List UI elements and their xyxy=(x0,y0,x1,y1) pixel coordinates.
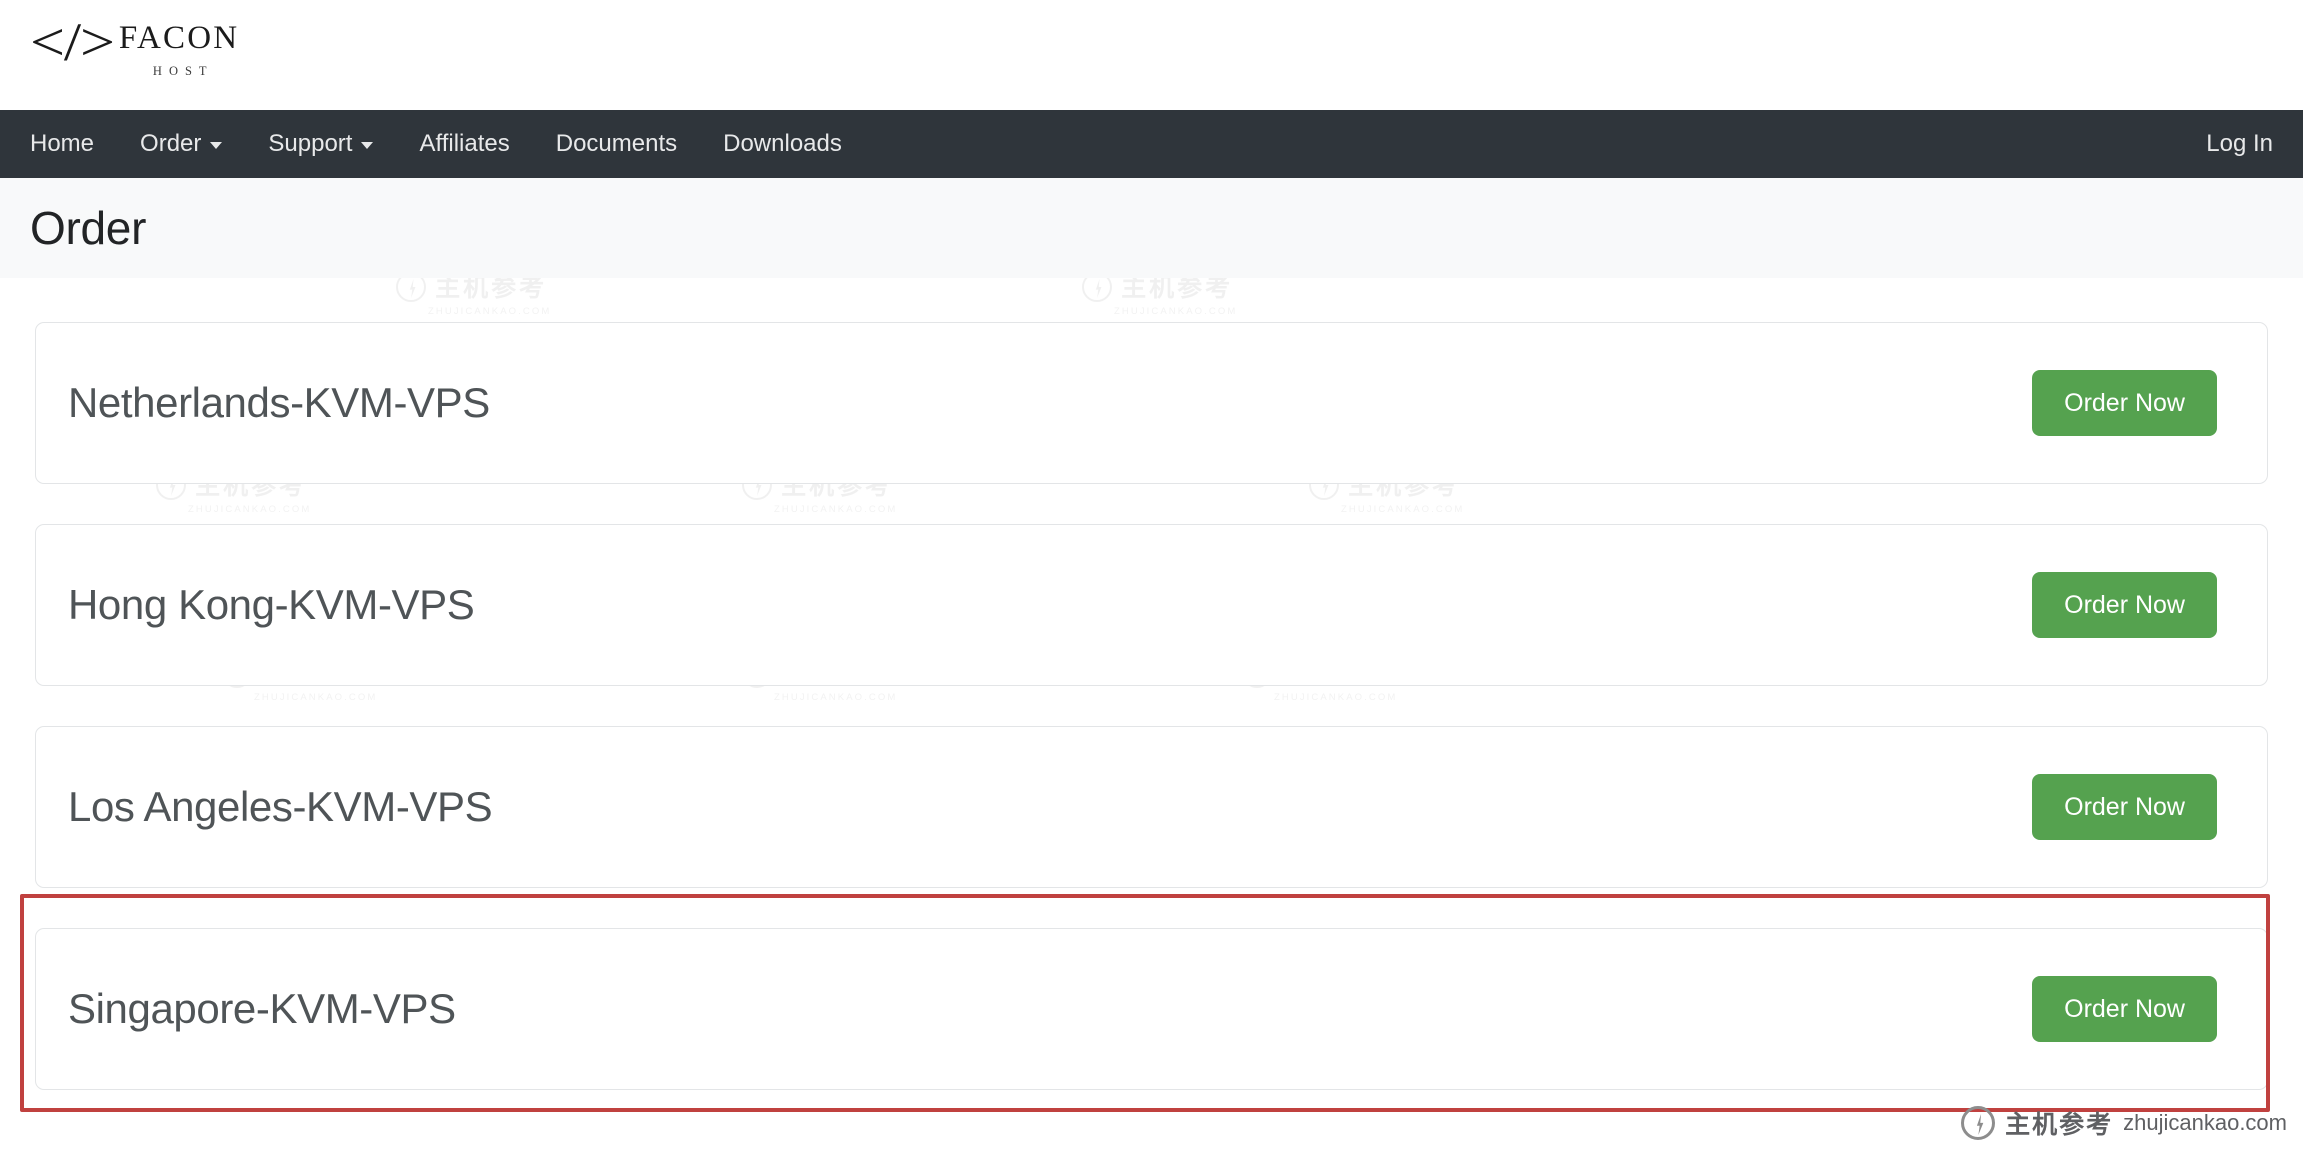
order-now-button[interactable]: Order Now xyxy=(2032,774,2217,840)
attribution-badge: 主机参考 zhujicankao.com xyxy=(1961,1105,2287,1141)
brand-subtitle: HOST xyxy=(152,64,214,78)
nav-item-label: Support xyxy=(268,130,353,157)
logo-wordmark: FACON HOST xyxy=(119,14,239,79)
attribution-cn-text: 主机参考 xyxy=(2005,1110,2114,1139)
nav-item-downloads[interactable]: Downloads xyxy=(700,110,865,178)
product-list: Netherlands-KVM-VPS Order Now Hong Kong-… xyxy=(0,278,2303,1090)
main-navigation: Home Order Support Affiliates Documents … xyxy=(0,110,2303,178)
attribution-url-text: zhujicankao.com xyxy=(2123,1110,2287,1135)
page-title: Order xyxy=(30,202,147,254)
page-header-band: Order xyxy=(0,178,2303,278)
product-name: Hong Kong-KVM-VPS xyxy=(68,581,475,628)
login-link[interactable]: Log In xyxy=(2206,110,2273,178)
nav-item-label: Order xyxy=(140,130,202,157)
product-card-netherlands[interactable]: Netherlands-KVM-VPS Order Now xyxy=(35,322,2268,484)
order-now-button[interactable]: Order Now xyxy=(2032,976,2217,1042)
nav-item-documents[interactable]: Documents xyxy=(533,110,700,178)
product-card-hong-kong[interactable]: Hong Kong-KVM-VPS Order Now xyxy=(35,524,2268,686)
nav-items-group: Home Order Support Affiliates Documents … xyxy=(30,110,865,178)
chevron-down-icon xyxy=(361,142,374,149)
nav-item-label: Documents xyxy=(555,130,678,157)
product-name: Singapore-KVM-VPS xyxy=(68,985,456,1032)
product-name: Netherlands-KVM-VPS xyxy=(68,379,490,426)
nav-item-affiliates[interactable]: Affiliates xyxy=(396,110,532,178)
page-root: </> FACON HOST Home Order Support Affili… xyxy=(0,0,2303,1153)
zhujicankao-logo-icon xyxy=(1961,1106,1996,1140)
nav-item-label: Downloads xyxy=(723,130,842,157)
code-brackets-icon: </> xyxy=(30,12,115,72)
nav-right-group: Log In xyxy=(2206,110,2273,178)
nav-item-label: Home xyxy=(30,130,95,157)
product-card-los-angeles[interactable]: Los Angeles-KVM-VPS Order Now xyxy=(35,726,2268,888)
order-now-button[interactable]: Order Now xyxy=(2032,572,2217,638)
nav-item-home[interactable]: Home xyxy=(30,110,117,178)
logo-bar: </> FACON HOST xyxy=(0,0,2303,110)
nav-item-label: Affiliates xyxy=(419,130,510,157)
nav-item-order[interactable]: Order xyxy=(117,110,245,178)
login-label: Log In xyxy=(2206,130,2273,157)
order-now-button[interactable]: Order Now xyxy=(2032,370,2217,436)
site-logo[interactable]: </> FACON HOST xyxy=(30,14,239,79)
nav-item-support[interactable]: Support xyxy=(245,110,396,178)
chevron-down-icon xyxy=(210,142,223,149)
brand-name: FACON xyxy=(118,20,240,56)
product-card-singapore[interactable]: Singapore-KVM-VPS Order Now xyxy=(35,928,2268,1090)
product-name: Los Angeles-KVM-VPS xyxy=(68,783,493,830)
